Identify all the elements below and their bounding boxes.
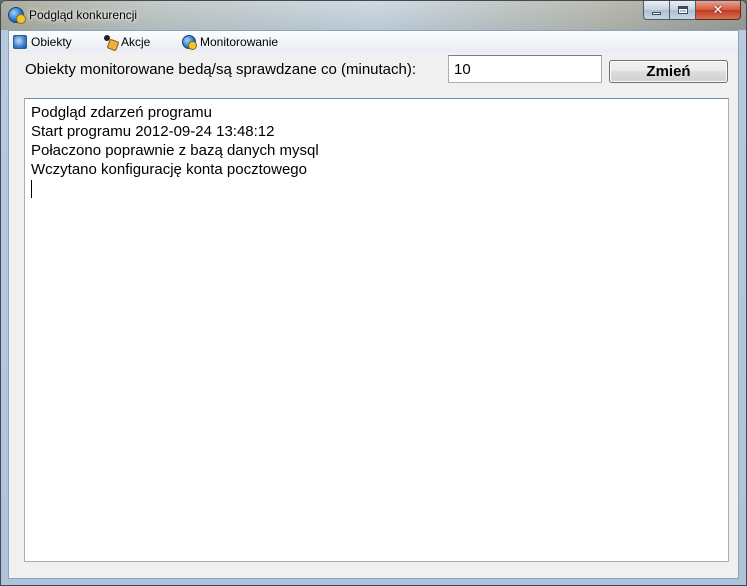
caption-buttons: ✕ [643, 1, 741, 20]
maximize-button[interactable] [670, 1, 696, 20]
log-line: Połaczono poprawnie z bazą danych mysql [31, 142, 319, 159]
app-window: Podgląd konkurencji ✕ Obiekty Akcje Moni… [0, 0, 747, 586]
window-title: Podgląd konkurencji [29, 8, 138, 22]
close-button[interactable]: ✕ [696, 1, 741, 20]
log-line: Podgląd zdarzeń programu [31, 104, 212, 121]
menu-item-monitorowanie[interactable]: Monitorowanie [182, 31, 278, 52]
event-log-textarea[interactable]: Podgląd zdarzeń programu Start programu … [24, 98, 729, 562]
actions-icon [103, 34, 117, 49]
monitoring-icon [182, 34, 197, 50]
text-caret [31, 180, 32, 198]
minimize-icon [652, 11, 661, 15]
menu-item-obiekty[interactable]: Obiekty [13, 31, 72, 52]
minimize-button[interactable] [643, 1, 670, 20]
close-icon: ✕ [712, 2, 724, 18]
objects-icon [13, 34, 27, 49]
menu-item-label: Monitorowanie [200, 34, 279, 49]
menu-item-label: Akcje [121, 34, 151, 49]
log-line: Start programu 2012-09-24 13:48:12 [31, 123, 275, 140]
maximize-icon [677, 6, 688, 14]
menu-item-akcje[interactable]: Akcje [103, 31, 150, 52]
interval-input[interactable] [448, 55, 602, 83]
change-interval-button[interactable]: Zmień [609, 60, 728, 83]
title-bar[interactable]: Podgląd konkurencji ✕ [1, 1, 746, 30]
menu-item-label: Obiekty [31, 34, 72, 49]
app-globe-icon[interactable] [8, 7, 26, 24]
client-area: Obiekty Akcje Monitorowanie Obiekty moni… [8, 30, 739, 579]
menu-bar: Obiekty Akcje Monitorowanie [9, 31, 738, 52]
log-line: Wczytano konfigurację konta pocztowego [31, 161, 307, 178]
interval-label: Obiekty monitorowane bedą/są sprawdzane … [25, 61, 417, 78]
